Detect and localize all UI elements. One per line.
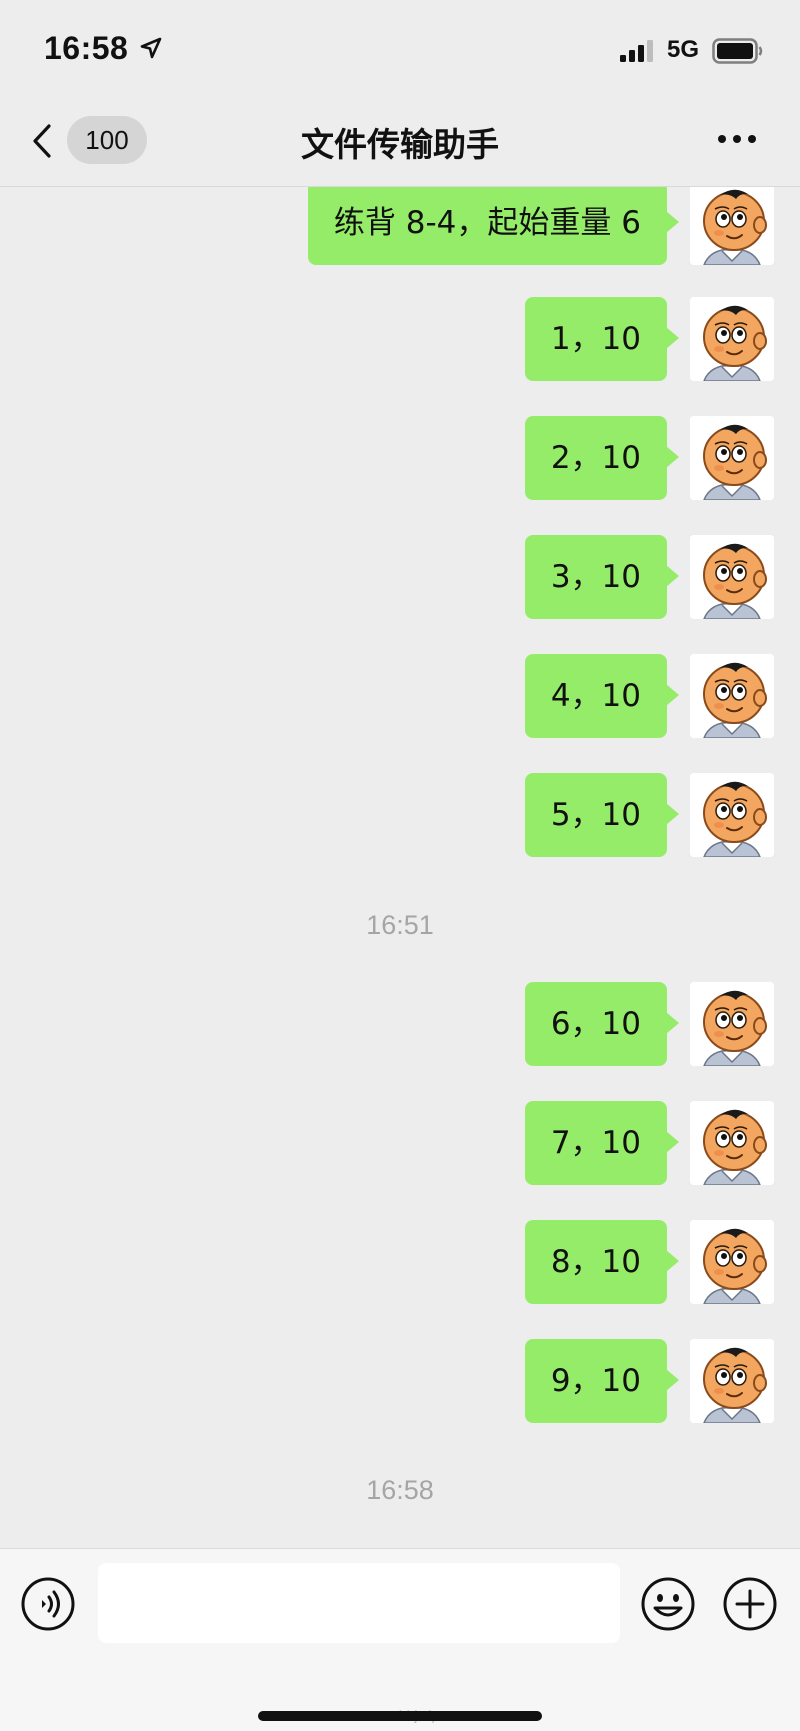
message-list[interactable]: 练背 8-4，起始重量 6 1，10 2，10 3，10 4，10 5，10 1… xyxy=(0,187,800,1547)
status-time: 16:58 xyxy=(44,30,129,66)
message-bubble[interactable]: 2，10 xyxy=(524,416,680,500)
message-bubble[interactable]: 4，10 xyxy=(524,654,680,738)
message-bubble[interactable]: 1，10 xyxy=(524,297,680,381)
status-bar: 16:58 5G xyxy=(0,0,800,96)
message-row: 2，10 xyxy=(0,416,800,500)
message-bubble[interactable]: 7，10 xyxy=(524,1101,680,1185)
avatar[interactable] xyxy=(690,535,774,619)
cartoon-baby-avatar-icon xyxy=(690,982,774,1066)
avatar[interactable] xyxy=(690,297,774,381)
message-row: 8，10 xyxy=(0,1220,800,1304)
voice-icon[interactable] xyxy=(20,1576,76,1632)
location-arrow-icon xyxy=(140,37,162,59)
message-row: 练背 8-4，起始重量 6 xyxy=(0,187,800,265)
timestamp: 16:51 xyxy=(366,910,434,940)
avatar[interactable] xyxy=(690,773,774,857)
avatar[interactable] xyxy=(690,982,774,1066)
cartoon-baby-avatar-icon xyxy=(690,1339,774,1423)
battery-icon xyxy=(712,38,763,64)
unread-count-badge: 100 xyxy=(67,116,147,164)
cartoon-baby-avatar-icon xyxy=(690,1220,774,1304)
cartoon-baby-avatar-icon xyxy=(690,416,774,500)
message-row: 4，10 xyxy=(0,654,800,738)
avatar[interactable] xyxy=(690,1339,774,1423)
cartoon-baby-avatar-icon xyxy=(690,1101,774,1185)
wechat-chat-screen: 16:58 5G 100 文件传输助手 练背 8-4，起始重量 6 1，10 2… xyxy=(0,0,800,1731)
message-input[interactable] xyxy=(98,1563,620,1643)
message-row: 1，10 xyxy=(0,297,800,381)
cartoon-baby-avatar-icon xyxy=(690,187,774,265)
cartoon-baby-avatar-icon xyxy=(690,654,774,738)
avatar[interactable] xyxy=(690,1220,774,1304)
avatar[interactable] xyxy=(690,654,774,738)
emoji-icon[interactable] xyxy=(640,1576,696,1632)
network-label: 5G xyxy=(667,36,700,63)
back-button[interactable]: 100 xyxy=(26,114,156,166)
cartoon-baby-avatar-icon xyxy=(690,297,774,381)
input-bar: www.ddrj.vip xyxy=(0,1548,800,1731)
message-bubble[interactable]: 8，10 xyxy=(524,1220,680,1304)
message-bubble[interactable]: 9，10 xyxy=(524,1339,680,1423)
cartoon-baby-avatar-icon xyxy=(690,773,774,857)
message-bubble[interactable]: 6，10 xyxy=(524,982,680,1066)
timestamp: 16:58 xyxy=(366,1475,434,1505)
message-row: 7，10 xyxy=(0,1101,800,1185)
chat-title: 文件传输助手 xyxy=(301,125,499,164)
avatar[interactable] xyxy=(690,187,774,265)
message-row: 9，10 xyxy=(0,1339,800,1423)
chevron-left-icon xyxy=(33,124,51,158)
message-bubble[interactable]: 练背 8-4，起始重量 6 xyxy=(307,187,680,265)
message-row: 5，10 xyxy=(0,773,800,857)
avatar[interactable] xyxy=(690,1101,774,1185)
plus-icon[interactable] xyxy=(722,1576,778,1632)
signal-bars-icon xyxy=(620,40,653,62)
nav-bar: 100 文件传输助手 xyxy=(0,96,800,187)
message-row: 6，10 xyxy=(0,982,800,1066)
message-row: 3，10 xyxy=(0,535,800,619)
message-bubble[interactable]: 5，10 xyxy=(524,773,680,857)
avatar[interactable] xyxy=(690,416,774,500)
more-dots-icon[interactable] xyxy=(712,124,762,154)
cartoon-baby-avatar-icon xyxy=(690,535,774,619)
home-indicator[interactable] xyxy=(258,1711,542,1721)
message-bubble[interactable]: 3，10 xyxy=(524,535,680,619)
